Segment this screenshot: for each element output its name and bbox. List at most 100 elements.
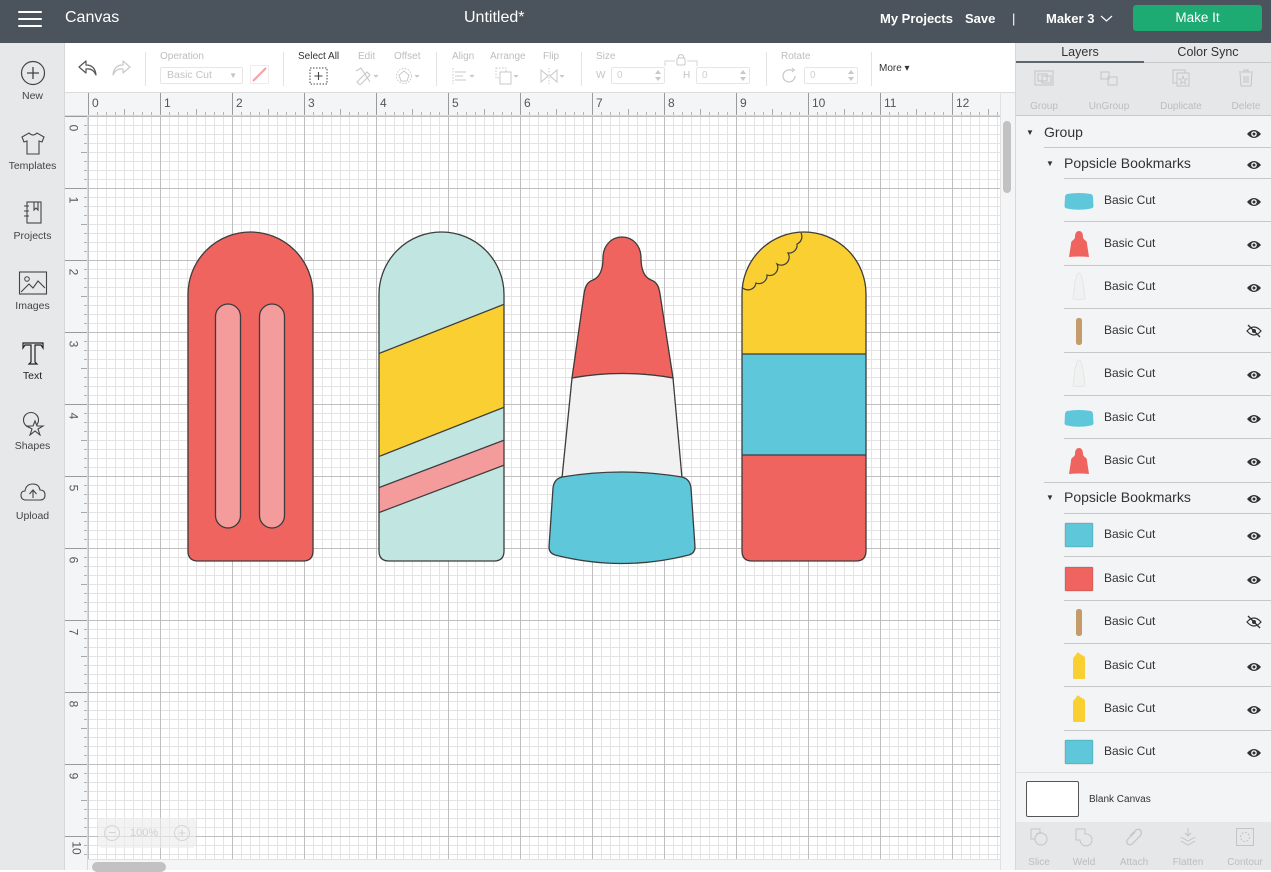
zoom-in-button[interactable]: + bbox=[174, 825, 190, 841]
eye-icon[interactable] bbox=[1246, 455, 1262, 473]
select-all-icon[interactable] bbox=[309, 67, 328, 85]
vertical-scrollbar-track[interactable] bbox=[1000, 93, 1015, 870]
collapse-caret-icon[interactable]: ▼ bbox=[1046, 159, 1054, 168]
popsicle-rocket[interactable] bbox=[548, 236, 696, 565]
make-it-button[interactable]: Make It bbox=[1133, 5, 1262, 31]
eye-icon[interactable] bbox=[1246, 368, 1262, 386]
ungroup-button[interactable]: UnGroup bbox=[1077, 69, 1141, 112]
design-canvas[interactable] bbox=[88, 116, 1000, 859]
arrange-icon[interactable] bbox=[494, 66, 522, 86]
popsicle-mint-diagonal[interactable] bbox=[370, 231, 515, 562]
eye-icon[interactable] bbox=[1246, 238, 1262, 256]
popsicle-red-double-stripe[interactable] bbox=[187, 231, 314, 562]
layer-row-item[interactable]: Basic Cut bbox=[1016, 353, 1271, 396]
more-menu-button[interactable]: More ▾ bbox=[879, 63, 910, 74]
trash-icon bbox=[1239, 69, 1253, 87]
lock-ratio-icon[interactable] bbox=[664, 53, 698, 67]
layer-row-item[interactable]: Basic Cut bbox=[1016, 601, 1271, 644]
undo-icon[interactable] bbox=[77, 58, 99, 78]
rocket-body[interactable] bbox=[561, 372, 683, 479]
layer-row-item[interactable]: Basic Cut bbox=[1016, 557, 1271, 601]
save-link[interactable]: Save bbox=[965, 11, 995, 26]
eye-hidden-icon[interactable] bbox=[1246, 615, 1262, 634]
align-icon[interactable] bbox=[451, 67, 477, 85]
height-stepper[interactable] bbox=[739, 69, 747, 82]
sidebar-item-shapes[interactable]: Shapes bbox=[0, 410, 65, 472]
eye-hidden-icon[interactable] bbox=[1246, 324, 1262, 343]
flatten-button[interactable]: Flatten bbox=[1161, 827, 1215, 868]
redo-icon[interactable] bbox=[110, 58, 132, 78]
group-button[interactable]: Group bbox=[1012, 69, 1076, 112]
popsicle-body[interactable] bbox=[187, 231, 314, 562]
eye-icon[interactable] bbox=[1246, 127, 1262, 145]
collapse-caret-icon[interactable]: ▼ bbox=[1026, 128, 1034, 137]
layer-row-item[interactable]: Basic Cut bbox=[1016, 644, 1271, 688]
delete-button[interactable]: Delete bbox=[1214, 69, 1271, 112]
eye-icon[interactable] bbox=[1246, 195, 1262, 213]
blank-canvas-swatch[interactable] bbox=[1026, 781, 1079, 817]
eye-icon[interactable] bbox=[1246, 492, 1262, 510]
vertical-scrollbar-thumb[interactable] bbox=[1003, 121, 1011, 193]
layer-row-item[interactable]: Basic Cut bbox=[1016, 687, 1271, 731]
collapse-caret-icon[interactable]: ▼ bbox=[1046, 493, 1054, 502]
layer-row-item[interactable]: Basic Cut bbox=[1016, 439, 1271, 483]
popsicle-blue-middle[interactable] bbox=[740, 354, 870, 455]
zoom-out-button[interactable]: − bbox=[104, 825, 120, 841]
layer-row-item[interactable]: Basic Cut bbox=[1016, 514, 1271, 558]
popsicle-stripe-right[interactable] bbox=[258, 303, 286, 529]
layer-row-item[interactable]: Basic Cut bbox=[1016, 179, 1271, 223]
rotate-icon[interactable] bbox=[781, 67, 798, 84]
horizontal-scrollbar-thumb[interactable] bbox=[92, 862, 166, 872]
sidebar-item-images[interactable]: Images bbox=[0, 270, 65, 332]
layer-row-subgroup[interactable]: ▼ Popsicle Bookmarks bbox=[1016, 483, 1271, 514]
eye-icon[interactable] bbox=[1246, 573, 1262, 591]
pen-color-swatch-icon[interactable] bbox=[250, 65, 269, 84]
eye-icon[interactable] bbox=[1246, 746, 1262, 764]
eye-icon[interactable] bbox=[1246, 281, 1262, 299]
layer-row-item[interactable]: Basic Cut bbox=[1016, 266, 1271, 310]
layer-row-item[interactable]: Basic Cut bbox=[1016, 222, 1271, 266]
width-stepper[interactable] bbox=[654, 69, 662, 82]
popsicle-bitten-tricolor[interactable] bbox=[740, 228, 870, 565]
tab-layers[interactable]: Layers bbox=[1016, 45, 1144, 63]
popsicle-red-bottom[interactable] bbox=[740, 455, 870, 565]
horizontal-scrollbar-track[interactable] bbox=[88, 859, 1000, 870]
blank-canvas-row[interactable]: Blank Canvas bbox=[1016, 772, 1271, 822]
hamburger-menu-icon[interactable] bbox=[18, 11, 42, 27]
sidebar-item-projects[interactable]: Projects bbox=[0, 200, 65, 262]
eye-icon[interactable] bbox=[1246, 660, 1262, 678]
layer-row-item[interactable]: Basic Cut bbox=[1016, 396, 1271, 440]
layer-row-item[interactable]: Basic Cut bbox=[1016, 731, 1271, 772]
eye-icon[interactable] bbox=[1246, 412, 1262, 430]
machine-selector[interactable]: Maker 3 bbox=[1046, 11, 1094, 26]
rocket-base[interactable] bbox=[548, 471, 696, 565]
rocket-tip[interactable] bbox=[571, 236, 674, 379]
weld-button[interactable]: Weld bbox=[1057, 827, 1111, 868]
eye-icon[interactable] bbox=[1246, 529, 1262, 547]
contour-button[interactable]: Contour bbox=[1218, 827, 1271, 868]
layer-row-group[interactable]: ▼ Group bbox=[1016, 117, 1271, 148]
operation-select[interactable]: Basic Cut ▼ bbox=[160, 67, 243, 84]
image-icon bbox=[18, 271, 47, 295]
duplicate-button[interactable]: Duplicate bbox=[1149, 69, 1213, 112]
document-title[interactable]: Untitled* bbox=[464, 9, 524, 27]
eye-icon[interactable] bbox=[1246, 703, 1262, 721]
sidebar-item-templates[interactable]: Templates bbox=[0, 130, 65, 192]
rotate-stepper[interactable] bbox=[847, 69, 855, 82]
horizontal-ruler: 0 1 2 3 4 5 6 7 8 9 10 11 12 bbox=[65, 93, 1015, 116]
offset-icon[interactable] bbox=[395, 67, 421, 85]
flip-icon[interactable] bbox=[539, 67, 567, 85]
attach-button[interactable]: Attach bbox=[1107, 827, 1161, 868]
chevron-down-icon[interactable] bbox=[1100, 14, 1113, 23]
sidebar-item-upload[interactable]: Upload bbox=[0, 480, 65, 542]
edit-icon[interactable] bbox=[354, 67, 380, 85]
popsicle-yellow-top[interactable] bbox=[740, 228, 870, 354]
sidebar-item-new[interactable]: New bbox=[0, 60, 65, 122]
sidebar-item-text[interactable]: Text bbox=[0, 340, 65, 402]
tab-color-sync[interactable]: Color Sync bbox=[1144, 45, 1271, 59]
my-projects-link[interactable]: My Projects bbox=[880, 11, 953, 26]
layer-row-subgroup[interactable]: ▼ Popsicle Bookmarks bbox=[1016, 148, 1271, 179]
layer-row-item[interactable]: Basic Cut bbox=[1016, 309, 1271, 353]
eye-icon[interactable] bbox=[1246, 158, 1262, 176]
popsicle-stripe-left[interactable] bbox=[214, 303, 242, 529]
